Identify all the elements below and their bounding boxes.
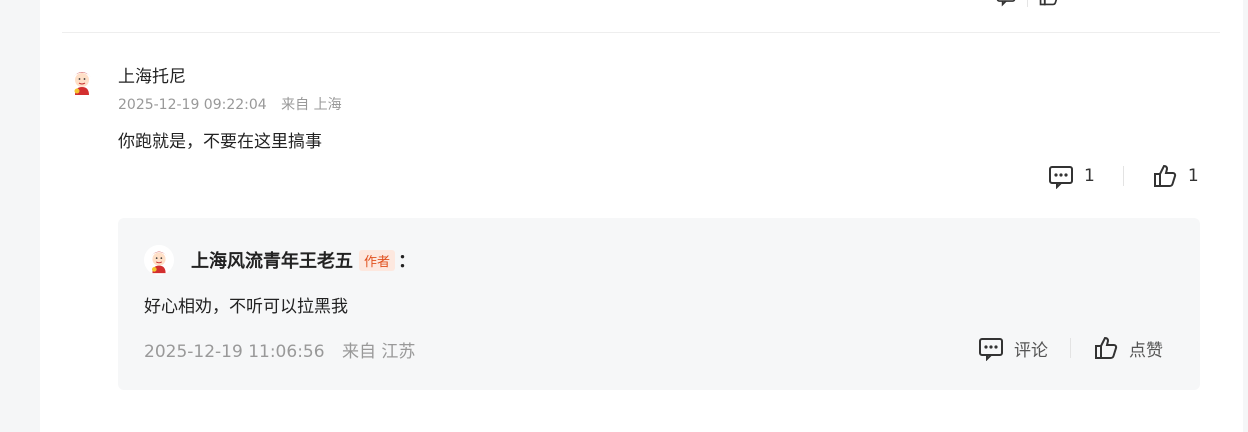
action-divider <box>1027 0 1028 7</box>
comment-actions: 1 1 <box>1048 163 1199 189</box>
reply-comment-label: 评论 <box>1014 340 1048 361</box>
thumbs-up-icon <box>1153 164 1176 187</box>
avatar-icon <box>66 65 98 97</box>
avatar[interactable] <box>144 245 174 275</box>
comment-divider <box>62 32 1220 33</box>
reply-location: 来自 江苏 <box>341 342 416 362</box>
reply-header: 上海风流青年王老五 作者 ： <box>191 247 416 273</box>
reply-timestamp: 2025-12-19 11:06:56 <box>144 342 325 362</box>
reply-button[interactable]: 1 <box>1048 163 1095 189</box>
reply-box: 上海风流青年王老五 作者 ： 好心相劝，不听可以拉黑我 2025-12-19 1… <box>118 218 1200 390</box>
avatar[interactable] <box>66 65 98 97</box>
like-button[interactable]: 1 <box>1152 163 1199 189</box>
reply-actions: 评论 点赞 <box>978 335 1163 361</box>
reply-colon: ： <box>398 251 417 272</box>
thumbs-up-icon <box>1095 336 1118 359</box>
comment-panel: 上海托尼 2025-12-19 09:22:04 来自 上海 你跑就是，不要在这… <box>40 0 1243 432</box>
reply-count: 1 <box>1084 166 1095 186</box>
comment-text: 你跑就是，不要在这里搞事 <box>118 132 322 152</box>
comment-timestamp: 2025-12-19 09:22:04 <box>118 97 267 113</box>
like-count: 1 <box>1187 166 1199 186</box>
comment-icon <box>979 338 1003 361</box>
action-divider <box>1122 166 1124 186</box>
reply-comment-button[interactable]: 评论 <box>978 335 1048 361</box>
reply-like-button[interactable]: 点赞 <box>1093 335 1163 361</box>
thumbs-up-icon[interactable] <box>1038 0 1060 11</box>
avatar-icon <box>144 245 174 275</box>
comment-icon[interactable] <box>995 0 1017 11</box>
comment-icon <box>1049 166 1073 189</box>
author-badge: 作者 <box>359 249 396 271</box>
reply-like-label: 点赞 <box>1129 340 1163 361</box>
reply-meta: 2025-12-19 11:06:56 来自 江苏 <box>144 337 415 362</box>
reply-text: 好心相劝，不听可以拉黑我 <box>144 297 348 317</box>
comment-location: 来自 上海 <box>281 97 342 113</box>
comment-meta: 2025-12-19 09:22:04 来自 上海 <box>118 94 342 114</box>
comment-username[interactable]: 上海托尼 <box>118 62 186 87</box>
action-divider <box>1070 338 1071 358</box>
reply-username[interactable]: 上海风流青年王老五 <box>191 247 353 273</box>
previous-comment-actions <box>995 0 1060 10</box>
